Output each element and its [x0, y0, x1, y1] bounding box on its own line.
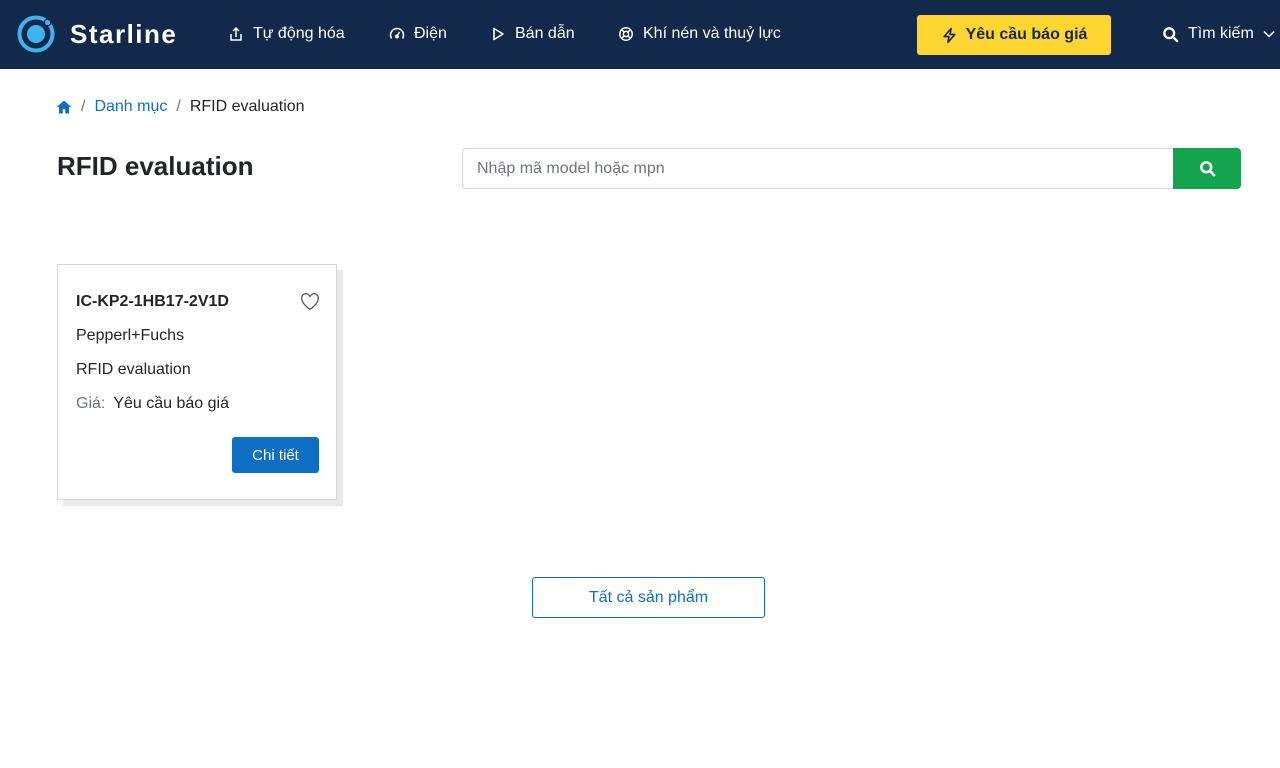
product-brand: Pepperl+Fuchs [76, 327, 185, 344]
price-label: Giá: [76, 395, 106, 412]
product-card: IC-KP2-1HB17-2V1D Pepperl+Fuchs RFID eva… [57, 264, 337, 500]
request-quote-label: Yêu cầu báo giá [965, 26, 1088, 43]
starline-logo-icon [17, 15, 55, 53]
all-products-button[interactable]: Tất cả sản phẩm [532, 577, 765, 618]
nav-semiconductor[interactable]: Bán dẫn [490, 22, 575, 46]
request-quote-button[interactable]: Yêu cầu báo giá [917, 15, 1111, 55]
breadcrumb-category-link[interactable]: Danh mục [94, 98, 167, 116]
product-category: RFID evaluation [76, 361, 191, 378]
breadcrumb: / Danh mục / RFID evaluation [56, 97, 305, 117]
breadcrumb-current: RFID evaluation [189, 98, 305, 115]
product-search [462, 148, 1241, 189]
nav-pneumatic-hydraulic[interactable]: Khí nén và thuỷ lực [618, 22, 781, 46]
page-title: RFID evaluation [57, 151, 254, 181]
search-icon [1199, 161, 1215, 177]
lightning-icon [942, 27, 956, 43]
home-icon[interactable] [56, 99, 72, 115]
nav-electric-label: Điện [414, 25, 447, 42]
search-toggle-label: Tìm kiếm [1188, 25, 1254, 42]
search-input[interactable] [462, 148, 1173, 189]
lifebuoy-icon [619, 27, 633, 41]
detail-button[interactable]: Chi tiết [232, 437, 319, 473]
chevron-down-icon [1263, 30, 1275, 38]
nav-pneumatic-hydraulic-label: Khí nén và thuỷ lực [643, 25, 781, 42]
search-button[interactable] [1173, 148, 1241, 189]
product-model[interactable]: IC-KP2-1HB17-2V1D [76, 293, 229, 311]
gauge-icon [389, 27, 405, 39]
price-value: Yêu cầu báo giá [113, 395, 229, 412]
top-navbar: Starline Tự động hóa Điện Bán dẫn Khí né… [0, 0, 1280, 69]
search-dropdown-toggle[interactable]: Tìm kiếm [1162, 22, 1276, 46]
nav-semiconductor-label: Bán dẫn [515, 25, 575, 42]
nav-automation-label: Tự động hóa [253, 25, 345, 42]
breadcrumb-separator: / [81, 98, 86, 115]
product-price: Giá: Yêu cầu báo giá [76, 395, 229, 413]
heart-icon[interactable] [300, 293, 320, 311]
brand-name: Starline [70, 18, 178, 49]
upload-icon [230, 26, 242, 41]
breadcrumb-separator: / [176, 98, 181, 115]
search-icon [1163, 26, 1179, 42]
play-icon [493, 27, 504, 41]
brand-logo[interactable]: Starline [16, 13, 177, 55]
nav-automation[interactable]: Tự động hóa [228, 22, 345, 46]
nav-electric[interactable]: Điện [389, 22, 447, 46]
